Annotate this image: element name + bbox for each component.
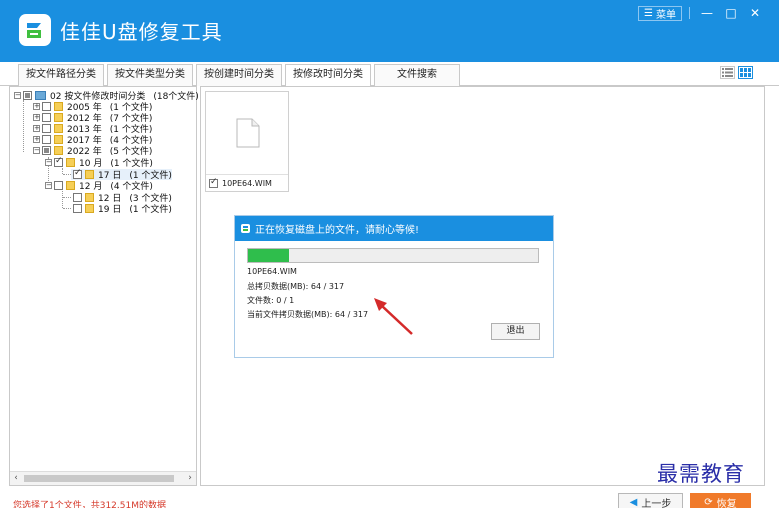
folder-icon [54,102,63,111]
menu-button[interactable]: ☰ 菜单 [638,5,682,21]
scrollbar-thumb[interactable] [24,475,174,482]
tree-item-count: (1 个文件) [129,205,172,215]
dialog-header: 正在恢复磁盘上的文件，请耐心等候! [235,216,553,241]
title-bar: 佳佳U盘修复工具 ☰ 菜单 — □ ✕ [0,0,779,62]
checkbox[interactable] [42,124,51,133]
file-name: 10PE64.WIM [222,179,272,188]
checkbox[interactable] [54,181,63,190]
close-icon[interactable]: ✕ [745,5,765,21]
expand-icon[interactable]: + [33,114,40,121]
expand-icon[interactable]: + [33,125,40,132]
horizontal-scrollbar[interactable]: ‹ › [10,471,196,485]
annotation-arrow-icon [374,298,413,335]
window-controls: ☰ 菜单 — □ ✕ [638,5,765,21]
exit-button[interactable]: 退出 [491,323,540,340]
document-icon [236,118,260,148]
collapse-icon[interactable]: − [45,182,52,189]
list-view-icon[interactable] [720,66,735,79]
dialog-title: 正在恢复磁盘上的文件，请耐心等候! [255,225,420,236]
expand-icon[interactable]: + [33,103,40,110]
checkbox[interactable] [54,156,63,167]
app-title: 佳佳U盘修复工具 [60,20,223,44]
tree-item-december[interactable]: − 12 月 (4 个文件) [45,180,153,192]
collapse-icon[interactable]: − [14,92,21,99]
scroll-right-icon[interactable]: › [184,472,196,485]
grid-view-icon[interactable] [738,66,753,79]
tree-connector [63,197,71,198]
restore-button[interactable]: ⟳ 恢复 [690,493,751,508]
folder-icon [54,135,63,144]
tab-by-path[interactable]: 按文件路径分类 [18,64,104,86]
selection-status: 您选择了1个文件，共312.51M的数据 [13,501,166,508]
folder-icon [54,124,63,133]
file-checkbox[interactable] [209,177,218,188]
view-toggle [720,66,753,79]
drive-icon [35,91,46,100]
progress-bar [247,248,539,263]
folder-icon [66,181,75,190]
app-logo-icon [241,224,250,233]
folder-icon [54,146,63,155]
tree-connector [63,208,71,209]
file-name-row: 10PE64.WIM [209,177,272,188]
scroll-left-icon[interactable]: ‹ [10,472,22,485]
minimize-icon[interactable]: — [697,5,717,21]
checkbox[interactable] [42,102,51,111]
tree-item-october[interactable]: − 10 月 (1 个文件) [45,156,153,169]
folder-icon [85,193,94,202]
folder-icon [85,204,94,213]
watermark: 最需教育 [657,462,745,486]
tab-file-search[interactable]: 文件搜索 [374,64,460,86]
divider [689,7,690,19]
tab-strip: 按文件路径分类 按文件类型分类 按创建时间分类 按修改时间分类 文件搜索 [0,62,779,87]
folder-icon [66,158,75,167]
tree-connector [62,191,63,208]
menu-icon: ☰ [644,7,653,19]
progress-fill [248,249,289,262]
tree-item-2022[interactable]: − 2022 年 (5 个文件) [33,145,152,157]
current-file-name: 10PE64.WIM [247,267,297,276]
app-logo-icon [19,14,51,46]
checkbox[interactable] [23,91,32,100]
folder-tree-panel: − 02 按文件修改时间分类 (18个文件) + 2005 年 (1 个文件) … [9,86,199,486]
tab-by-type[interactable]: 按文件类型分类 [107,64,193,86]
collapse-icon[interactable]: − [45,159,52,166]
tree-item-day-19[interactable]: 19 日 (1 个文件) [71,203,172,215]
maximize-icon[interactable]: □ [721,5,741,21]
tree-item-label: 19 日 [98,205,122,215]
tree-root-count: (18个文件) [153,92,199,102]
tree-root[interactable]: − 02 按文件修改时间分类 (18个文件) [14,90,199,102]
tab-by-modified-time[interactable]: 按修改时间分类 [285,64,371,87]
file-tile[interactable]: 10PE64.WIM [205,91,289,192]
divider [206,174,288,175]
arrow-left-icon: ◀ [629,496,638,508]
tree-connector [63,174,71,175]
total-copied-text: 总拷贝数据(MB): 64 / 317 [247,282,345,291]
file-count-text: 文件数: 0 / 1 [247,296,295,305]
folder-icon [54,113,63,122]
tab-by-created-time[interactable]: 按创建时间分类 [196,64,282,86]
checkbox[interactable] [73,168,82,179]
previous-step-button[interactable]: ◀ 上一步 [618,493,683,508]
current-copied-text: 当前文件拷贝数据(MB): 64 / 317 [247,310,369,319]
checkbox[interactable] [42,113,51,122]
expand-icon[interactable]: + [33,136,40,143]
menu-label: 菜单 [656,9,676,21]
checkbox[interactable] [73,193,82,202]
checkbox[interactable] [73,204,82,213]
refresh-icon: ⟳ [704,496,713,508]
checkbox[interactable] [42,135,51,144]
restore-label: 恢复 [716,498,737,508]
folder-icon [85,170,94,179]
tree-connector [23,100,24,152]
collapse-icon[interactable]: − [33,147,40,154]
checkbox[interactable] [42,146,51,155]
previous-step-label: 上一步 [641,498,672,508]
